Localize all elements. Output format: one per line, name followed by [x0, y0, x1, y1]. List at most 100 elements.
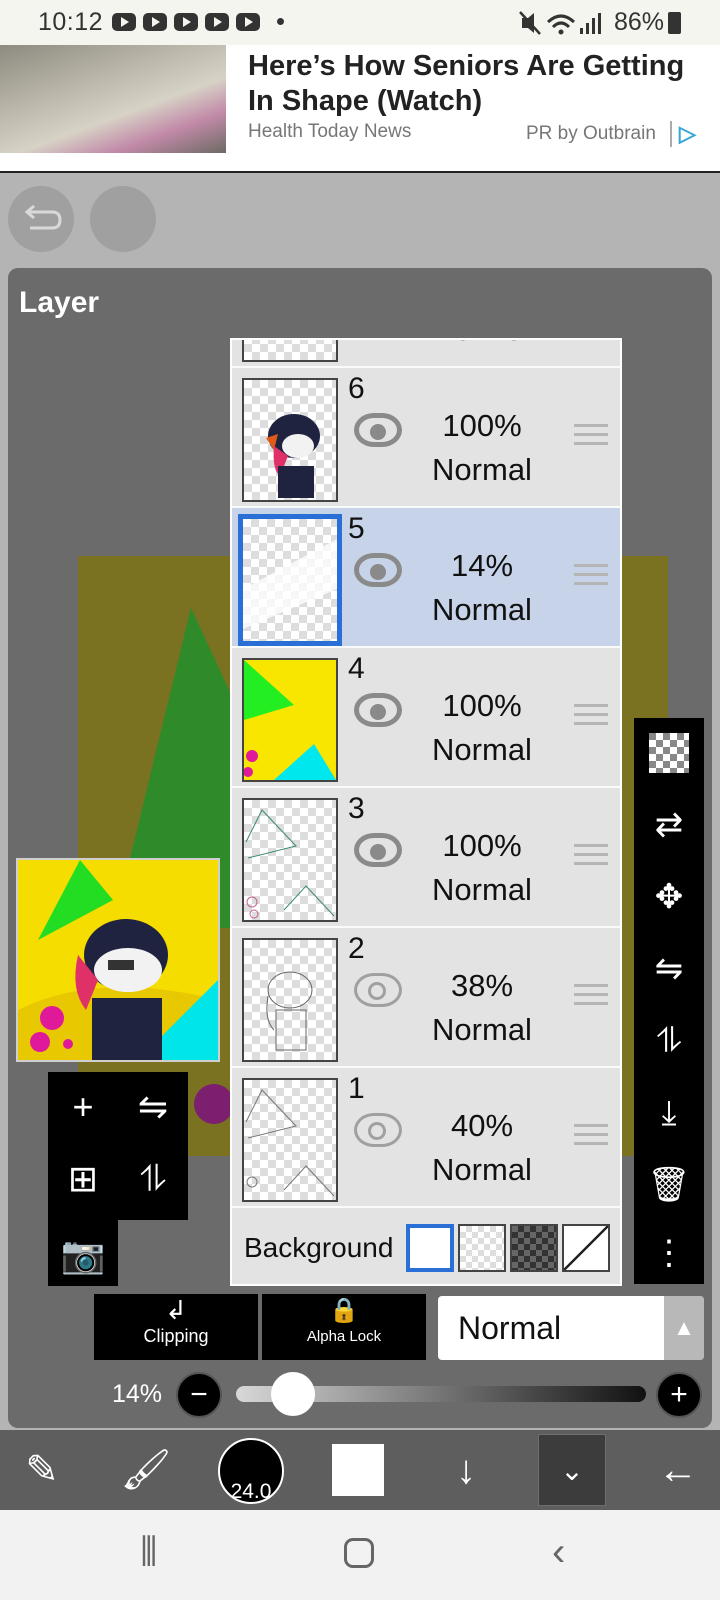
layer-thumbnail[interactable] [242, 1078, 338, 1202]
layer-thumbnail[interactable] [242, 938, 338, 1062]
visibility-eye-hidden-icon[interactable] [354, 1113, 402, 1147]
layer-blend-mode: Normal [432, 592, 532, 627]
ad-source: Health Today News [248, 121, 412, 142]
recent-apps-icon[interactable]: ⦀ [140, 1530, 158, 1575]
blend-mode-value: Normal [458, 1310, 562, 1346]
battery-icon [668, 12, 681, 34]
flip-layer-vertical-button[interactable]: ⥮ [118, 1144, 188, 1214]
opacity-increase-button[interactable]: + [656, 1372, 702, 1418]
back-arrow-button[interactable]: ← [638, 1430, 718, 1510]
arrow-down-icon: ↓ [456, 1448, 476, 1492]
layer-row-2[interactable]: 2 38% Normal [232, 928, 620, 1068]
layer-blend-mode: Normal [432, 452, 532, 487]
visibility-eye-icon[interactable] [354, 553, 402, 587]
layer-thumbnail[interactable] [242, 378, 338, 502]
ad-banner[interactable]: Here’s How Seniors Are Getting In Shape … [0, 45, 720, 173]
flip-vertical-icon: ⥮ [656, 1022, 682, 1060]
flip-layer-button[interactable]: ⇋ [118, 1072, 188, 1142]
ad-divider [670, 121, 672, 147]
youtube-notification-icon [236, 13, 260, 31]
clipping-button[interactable]: ↲ Clipping [94, 1294, 258, 1360]
drag-handle-icon[interactable] [574, 844, 608, 870]
layer-opacity: 38% [450, 968, 514, 1003]
import-photo-button[interactable]: 📷 [48, 1220, 118, 1290]
canvas-thumbnail[interactable] [16, 858, 220, 1062]
layer-row-partial[interactable]: Normal [232, 340, 620, 368]
layer-opacity: 100% [442, 688, 522, 723]
youtube-notification-icon [143, 13, 167, 31]
background-white-swatch[interactable] [406, 1224, 454, 1272]
brush-button[interactable]: 🖌 [106, 1430, 186, 1510]
layer-list[interactable]: Normal 6 100% Normal 5 14% Normal [230, 338, 622, 1286]
layer-opacity: 14% [450, 548, 514, 583]
dropdown-arrow-icon[interactable]: ▲ [664, 1296, 704, 1360]
background-row[interactable]: Background [232, 1212, 620, 1284]
back-nav-icon[interactable]: ‹ [552, 1530, 565, 1575]
ad-image[interactable] [0, 45, 226, 153]
drag-handle-icon[interactable] [574, 424, 608, 450]
more-options-button[interactable]: ⋮ [634, 1218, 704, 1288]
more-vertical-icon: ⋮ [652, 1234, 686, 1272]
visibility-eye-hidden-icon[interactable] [354, 973, 402, 1007]
lock-icon: 🔒 [329, 1297, 359, 1324]
add-layer-tools: + ⇋ ⊞ ⥮ [48, 1072, 188, 1220]
opacity-decrease-button[interactable]: − [176, 1372, 222, 1418]
system-navigation-bar: ⦀ ‹ [0, 1510, 720, 1600]
flip-vertical-button[interactable]: ⥮ [634, 1006, 704, 1076]
layer-row-4[interactable]: 4 100% Normal [232, 648, 620, 788]
background-transparent-swatch[interactable] [458, 1224, 506, 1272]
color-button[interactable] [332, 1444, 384, 1496]
home-icon[interactable] [344, 1538, 374, 1568]
background-dark-checker-swatch[interactable] [510, 1224, 558, 1272]
duplicate-layer-button[interactable]: ⊞ [48, 1144, 118, 1214]
add-layer-button[interactable]: + [48, 1072, 118, 1142]
layer-row-5[interactable]: 5 14% Normal [232, 508, 620, 648]
layer-2-art [266, 971, 313, 1051]
brush-size-value: 24.0 [230, 1480, 272, 1503]
layers-chevron-icon: ⌄ [560, 1455, 584, 1486]
delete-layer-button[interactable]: 🗑 [634, 1150, 704, 1220]
layer-row-6[interactable]: 6 100% Normal [232, 368, 620, 508]
plus-icon: + [670, 1378, 688, 1411]
layer-row-1[interactable]: 1 40% Normal [232, 1068, 620, 1208]
outbrain-logo-icon[interactable]: ▷ [679, 121, 696, 147]
ad-headline[interactable]: Here’s How Seniors Are Getting In Shape … [248, 49, 708, 119]
layer-blend-mode: Normal [432, 1152, 532, 1187]
tool-switch-button[interactable]: ✎ [2, 1430, 82, 1510]
merge-down-icon: ⤓ [661, 1094, 677, 1132]
visibility-eye-icon[interactable] [354, 413, 402, 447]
layers-button[interactable]: ⌄ [538, 1434, 606, 1506]
background-none-swatch[interactable] [562, 1224, 610, 1272]
move-icon: ✥ [654, 878, 684, 916]
layer-row-3[interactable]: 3 100% Normal [232, 788, 620, 928]
layer-thumbnail[interactable] [242, 798, 338, 922]
flip-horizontal-button[interactable]: ⇋ [634, 934, 704, 1004]
blend-mode-select[interactable]: Normal ▲ [438, 1296, 704, 1360]
alpha-lock-button[interactable]: 🔒 Alpha Lock [262, 1294, 426, 1360]
visibility-eye-icon[interactable] [354, 693, 402, 727]
down-arrow-button[interactable]: ↓ [426, 1430, 506, 1510]
undo-button[interactable] [8, 186, 74, 252]
drag-handle-icon[interactable] [574, 704, 608, 730]
move-button[interactable]: ✥ [634, 862, 704, 932]
convert-layer-button[interactable]: ⇄ [634, 790, 704, 860]
layer-number: 5 [348, 512, 365, 545]
flip-horizontal-icon: ⇋ [137, 1086, 169, 1127]
ad-sponsor[interactable]: PR by Outbrain [526, 123, 656, 145]
flip-vertical-icon: ⥮ [139, 1158, 167, 1199]
redo-button[interactable] [90, 186, 156, 252]
layer-number: 3 [348, 792, 365, 825]
clipping-label: Clipping [143, 1326, 209, 1346]
layer-opacity: 100% [442, 408, 522, 443]
visibility-eye-icon[interactable] [354, 833, 402, 867]
brush-size-button[interactable]: 24.0 [218, 1438, 284, 1504]
drag-handle-icon[interactable] [574, 1124, 608, 1150]
drag-handle-icon[interactable] [574, 564, 608, 590]
layer-thumbnail[interactable] [238, 514, 342, 646]
battery-percent: 86% [614, 8, 665, 36]
layer-thumbnail[interactable] [242, 658, 338, 782]
merge-down-button[interactable]: ⤓ [634, 1078, 704, 1148]
brush-icon: 🖌 [120, 1448, 172, 1492]
new-transparent-layer-button[interactable] [634, 718, 704, 788]
drag-handle-icon[interactable] [574, 984, 608, 1010]
